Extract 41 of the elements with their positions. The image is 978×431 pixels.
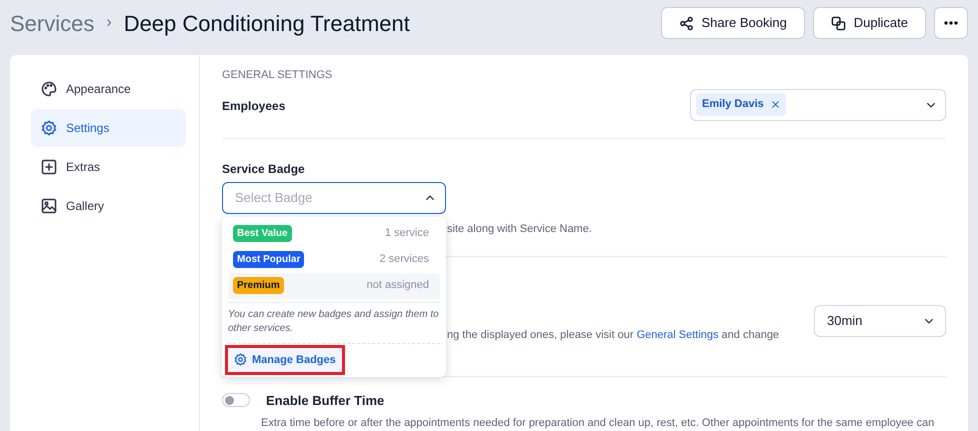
duplicate-button[interactable]: Duplicate (812, 7, 926, 39)
duplicate-icon (830, 16, 846, 30)
usage-count: 2 services (379, 252, 429, 268)
sidebar-item[interactable]: Appearance (31, 70, 186, 108)
employee-chip: Emily Davis (696, 93, 786, 116)
sidebar-item[interactable]: Settings (31, 109, 186, 147)
share-button[interactable]: Share Booking (660, 7, 805, 39)
settings-icon (234, 353, 247, 366)
breadcrumb-link[interactable]: Services (10, 6, 94, 40)
sidebar-item[interactable]: Gallery (31, 187, 186, 225)
breadcrumb-separator: › (106, 13, 112, 33)
image-icon (41, 198, 57, 214)
manage-badges-link[interactable]: Manage Badges (228, 348, 342, 372)
help-text: ng the displayed ones, please visit our General Settings and change (447, 328, 780, 342)
remove-icon (770, 100, 780, 109)
dropdown-option[interactable]: Most Popular 2 services (228, 246, 440, 272)
field-label: Employees (222, 98, 286, 114)
share-icon (678, 16, 694, 30)
badge-tag: Best Value (233, 225, 292, 242)
general-settings-link[interactable]: General Settings (636, 328, 718, 340)
badge-select[interactable]: Select Badge (222, 182, 446, 214)
toggle-label: Enable Buffer Time (266, 392, 384, 410)
section-heading: GENERAL SETTINGS (222, 68, 334, 83)
sidebar-item[interactable]: Extras (31, 148, 186, 186)
usage-count: not assigned (366, 278, 429, 294)
page-title: Deep Conditioning Treatment (124, 10, 410, 38)
employees-select[interactable]: Emily Davis (690, 88, 946, 120)
badge-tag: Most Popular (233, 251, 304, 268)
toggle-switch[interactable] (222, 393, 250, 408)
help-text: site along with Service Name. (447, 222, 592, 234)
more-button[interactable] (934, 7, 968, 39)
palette-icon (41, 81, 57, 97)
add-icon (41, 159, 57, 175)
field-label: Service Badge (222, 160, 306, 178)
description-text: Extra time before or after the appointments needed for preparation and clean up, rest, etc. Other appointments for the same employee can (261, 416, 934, 431)
hint-text: You can create new badges and assign them to other services. (228, 302, 440, 344)
badge-tag: Premium (233, 277, 284, 294)
dropdown-option[interactable]: Premium not assigned (228, 272, 440, 298)
settings-icon (41, 120, 57, 136)
duration-select[interactable]: 30min (814, 304, 946, 336)
usage-count: 1 service (384, 226, 429, 242)
